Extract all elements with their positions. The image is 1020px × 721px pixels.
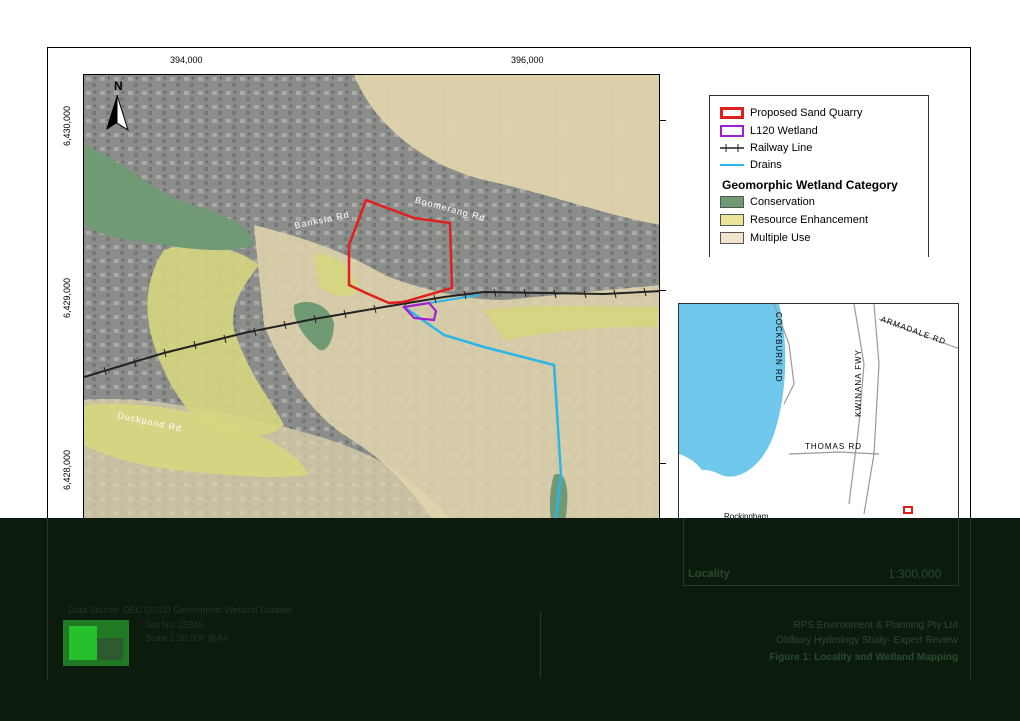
legend-label: Drains	[750, 159, 782, 171]
y-tick-6430000: 6,430,000	[62, 105, 72, 146]
company-name: RPS Environment & Planning Pty Ltd	[793, 620, 958, 631]
locality-scale: 1:300,000	[888, 567, 942, 581]
locality-road-kwinana: KWINANA FWY	[854, 349, 863, 417]
legend-label: Proposed Sand Quarry	[750, 107, 863, 119]
road-line	[788, 451, 880, 455]
resource-swatch-icon	[720, 214, 744, 226]
y-tick-6429000: 6,429,000	[62, 277, 72, 318]
road-line	[863, 304, 880, 515]
quarry-swatch-icon	[720, 107, 744, 119]
project-name: Oldbury Hydrology Study- Expert Review	[776, 635, 958, 646]
conservation-swatch-icon	[720, 196, 744, 208]
legend-item: Railway Line	[720, 142, 812, 154]
legend-item: L120 Wetland	[720, 125, 818, 137]
legend-item: Conservation	[720, 196, 815, 208]
wetland-swatch-icon	[720, 125, 744, 137]
locality-title: Locality	[688, 568, 730, 580]
legend-label: Multiple Use	[750, 232, 811, 244]
tick-mark-right	[660, 120, 666, 121]
figure-title: Figure 1: Locality and Wetland Mapping	[769, 652, 958, 663]
main-map-svg	[84, 75, 659, 533]
cockburn-sound-water	[679, 304, 786, 484]
band-divider	[540, 612, 541, 678]
x-tick-394000: 394,000	[170, 55, 203, 65]
logo-image	[63, 620, 129, 666]
multiple-use-swatch-icon	[720, 232, 744, 244]
data-source: Data Source: DEC (2013) Geomorphic Wetla…	[68, 605, 291, 615]
legend-item: Resource Enhancement	[720, 214, 868, 226]
map-legend: Proposed Sand Quarry L120 Wetland Railwa…	[709, 95, 929, 257]
x-tick-396000: 396,000	[511, 55, 544, 65]
railway-swatch-icon	[720, 144, 744, 152]
y-tick-6428000: 6,428,000	[62, 449, 72, 490]
legend-label: Railway Line	[750, 142, 813, 154]
site-marker-icon	[903, 506, 913, 514]
north-label: N	[114, 79, 123, 93]
main-map[interactable]: N Boomerang Rd Banksia Rd Duckpond Rd	[83, 74, 660, 534]
legend-item: Drains	[720, 159, 782, 171]
tick-mark-right	[660, 463, 666, 464]
job-number: Job No. 25345	[145, 620, 204, 630]
drain-swatch-icon	[720, 164, 744, 166]
legend-category-title: Geomorphic Wetland Category	[722, 178, 898, 192]
map-scale: Scale 1:20,000 @A4	[145, 633, 228, 643]
legend-label: Conservation	[750, 196, 815, 208]
legend-item: Multiple Use	[720, 232, 811, 244]
legend-label: Resource Enhancement	[750, 214, 869, 226]
legend-item: Proposed Sand Quarry	[720, 107, 863, 119]
legend-label: L120 Wetland	[750, 125, 818, 137]
tick-mark-right	[660, 290, 666, 291]
locality-road-thomas: THOMAS RD	[805, 442, 862, 451]
locality-road-cockburn: COCKBURN RD	[774, 312, 783, 383]
